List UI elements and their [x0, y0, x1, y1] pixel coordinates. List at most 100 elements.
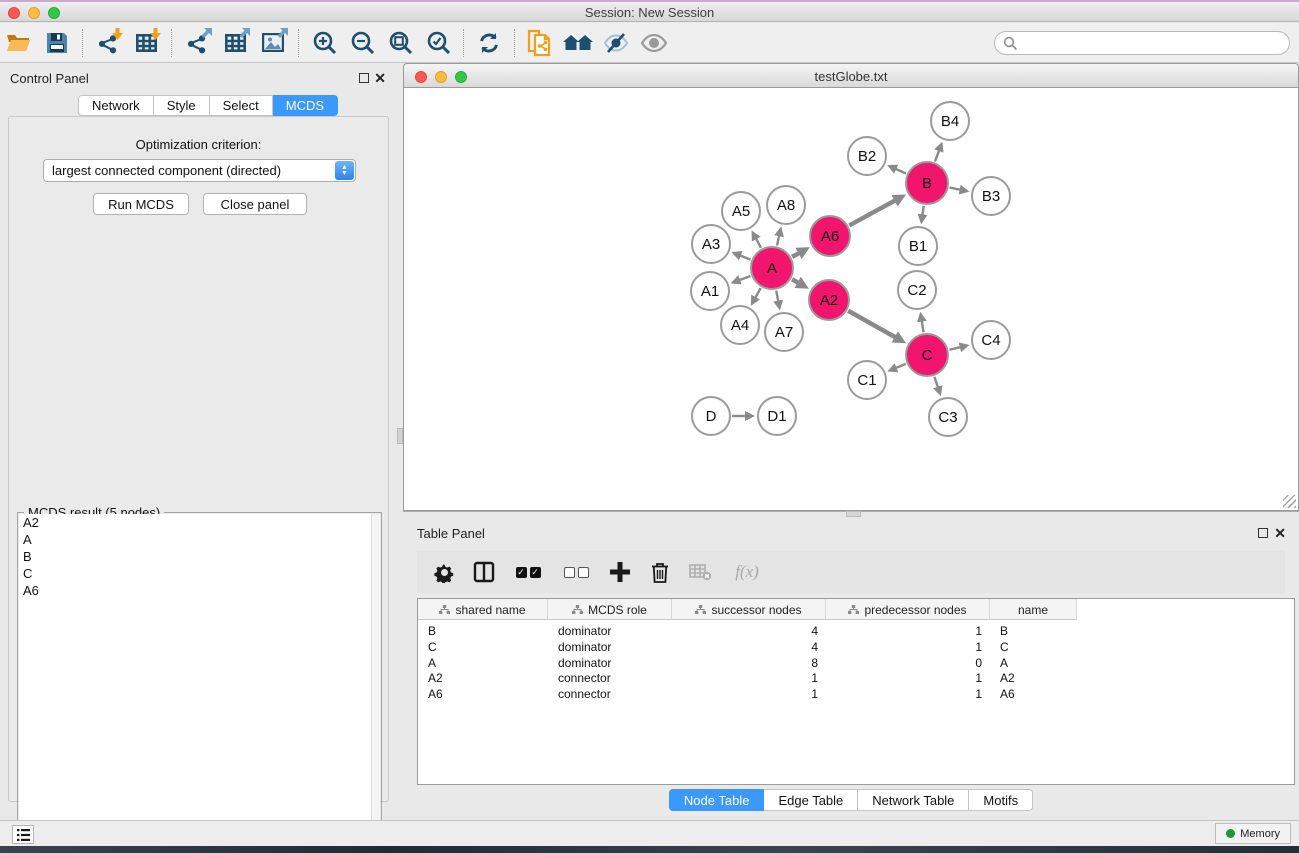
cell-predecessor-nodes[interactable]: 0	[826, 655, 990, 671]
cell-shared-name[interactable]: A	[418, 655, 548, 671]
node-C[interactable]: C	[906, 334, 948, 376]
mcds-result-item[interactable]: C	[19, 565, 380, 582]
tab-motifs[interactable]: Motifs	[969, 789, 1033, 811]
node-A3[interactable]: A3	[692, 225, 730, 263]
open-session-button[interactable]	[2, 27, 36, 59]
deselect-all-checkboxes-button[interactable]	[559, 559, 593, 585]
edge-C-C1[interactable]	[896, 364, 906, 368]
column-layout-button[interactable]	[471, 559, 497, 585]
edge-A-A2[interactable]	[792, 279, 798, 283]
cell-successor-nodes[interactable]: 1	[672, 686, 826, 702]
cell-name[interactable]: C	[990, 639, 1077, 655]
tab-style[interactable]: Style	[154, 95, 210, 116]
delete-columns-button[interactable]	[647, 559, 673, 585]
mcds-result-list[interactable]: A2ABCA6	[19, 514, 380, 850]
close-panel-icon[interactable]: ✕	[374, 70, 386, 87]
table-row[interactable]: A6connector11A6	[418, 686, 1077, 702]
edge-C-C4[interactable]	[949, 347, 960, 350]
close-panel-button[interactable]: Close panel	[203, 193, 307, 215]
zoom-fit-button[interactable]	[383, 27, 417, 59]
edge-A-A7[interactable]	[776, 291, 778, 302]
network-window-titlebar[interactable]: testGlobe.txt	[403, 63, 1299, 88]
import-network-button[interactable]	[91, 27, 125, 59]
node-A6[interactable]: A6	[810, 216, 850, 256]
node-A4[interactable]: A4	[721, 306, 759, 344]
hide-graphics-details-button[interactable]	[599, 27, 633, 59]
tab-node-table[interactable]: Node Table	[669, 789, 765, 811]
window-resize-grip[interactable]	[1283, 495, 1296, 508]
cell-predecessor-nodes[interactable]: 1	[826, 639, 990, 655]
node-B4[interactable]: B4	[931, 102, 969, 140]
zoom-selected-button[interactable]	[421, 27, 455, 59]
edge-A2-C[interactable]	[848, 311, 895, 338]
table-settings-button[interactable]	[431, 559, 457, 585]
cell-name[interactable]: B	[990, 623, 1077, 639]
tab-edge-table[interactable]: Edge Table	[764, 789, 858, 811]
node-A7[interactable]: A7	[765, 313, 803, 351]
delete-table-button[interactable]	[687, 559, 713, 585]
cell-name[interactable]: A6	[990, 686, 1077, 702]
cell-MCDS-role[interactable]: dominator	[548, 639, 672, 655]
table-row[interactable]: Cdominator41C	[418, 639, 1077, 655]
mcds-list-scrollbar[interactable]	[371, 514, 380, 850]
cell-predecessor-nodes[interactable]: 1	[826, 670, 990, 686]
node-B2[interactable]: B2	[848, 137, 886, 175]
cell-successor-nodes[interactable]: 8	[672, 655, 826, 671]
column-header-successor-nodes[interactable]: successor nodes	[672, 599, 826, 620]
cell-shared-name[interactable]: C	[418, 639, 548, 655]
network-canvas[interactable]: B4B2BB3A5A8A6A3AB1A1C2A2A4A7CC4C1C3DD1	[403, 88, 1299, 511]
table-row[interactable]: Bdominator41B	[418, 623, 1077, 639]
node-C1[interactable]: C1	[848, 361, 886, 399]
node-A[interactable]: A	[751, 247, 793, 289]
cell-successor-nodes[interactable]: 1	[672, 670, 826, 686]
duplicate-network-button[interactable]	[523, 27, 557, 59]
float-panel-icon[interactable]	[359, 73, 369, 83]
search-input[interactable]	[994, 31, 1290, 55]
column-header-name[interactable]: name	[990, 599, 1077, 620]
edge-B-B1[interactable]	[922, 206, 923, 216]
task-history-button[interactable]	[12, 825, 34, 844]
table-row[interactable]: Adominator80A	[418, 655, 1077, 671]
cell-successor-nodes[interactable]: 4	[672, 623, 826, 639]
mcds-result-item[interactable]: A6	[19, 582, 380, 599]
cell-MCDS-role[interactable]: connector	[548, 670, 672, 686]
cell-MCDS-role[interactable]: dominator	[548, 623, 672, 639]
edge-A-A5[interactable]	[756, 238, 761, 248]
node-D1[interactable]: D1	[758, 397, 796, 435]
criterion-dropdown[interactable]: largest connected component (directed) ▲…	[43, 159, 356, 182]
edge-C-C2[interactable]	[922, 321, 924, 333]
cell-shared-name[interactable]: A6	[418, 686, 548, 702]
zoom-out-button[interactable]	[345, 27, 379, 59]
horizontal-splitter[interactable]	[403, 511, 1299, 518]
edge-A-A1[interactable]	[739, 276, 750, 280]
export-table-button[interactable]	[218, 27, 252, 59]
edge-C-C3[interactable]	[934, 377, 938, 388]
export-image-button[interactable]	[256, 27, 290, 59]
cell-predecessor-nodes[interactable]: 1	[826, 686, 990, 702]
save-session-button[interactable]	[40, 27, 74, 59]
cell-MCDS-role[interactable]: dominator	[548, 655, 672, 671]
edge-B-B4[interactable]	[935, 150, 939, 161]
node-C2[interactable]: C2	[898, 271, 936, 309]
close-panel-icon[interactable]: ✕	[1274, 525, 1286, 542]
edge-A-A6[interactable]	[792, 253, 799, 257]
node-C4[interactable]: C4	[972, 321, 1010, 359]
edge-A-A4[interactable]	[755, 288, 761, 298]
edge-B-B3[interactable]	[950, 188, 961, 190]
column-header-MCDS-role[interactable]: MCDS role	[548, 599, 672, 620]
zoom-in-button[interactable]	[307, 27, 341, 59]
cell-name[interactable]: A2	[990, 670, 1077, 686]
cell-name[interactable]: A	[990, 655, 1077, 671]
node-A5[interactable]: A5	[722, 192, 760, 230]
add-column-button[interactable]	[607, 559, 633, 585]
export-network-button[interactable]	[180, 27, 214, 59]
tab-network-table[interactable]: Network Table	[858, 789, 969, 811]
edge-A-A8[interactable]	[777, 235, 779, 245]
splitter-grip[interactable]	[846, 511, 861, 517]
node-table[interactable]: shared nameMCDS rolesuccessor nodesprede…	[417, 598, 1295, 785]
cell-shared-name[interactable]: A2	[418, 670, 548, 686]
node-A1[interactable]: A1	[691, 272, 729, 310]
run-mcds-button[interactable]: Run MCDS	[93, 193, 189, 215]
column-header-predecessor-nodes[interactable]: predecessor nodes	[826, 599, 990, 620]
edge-A-A3[interactable]	[740, 255, 751, 259]
